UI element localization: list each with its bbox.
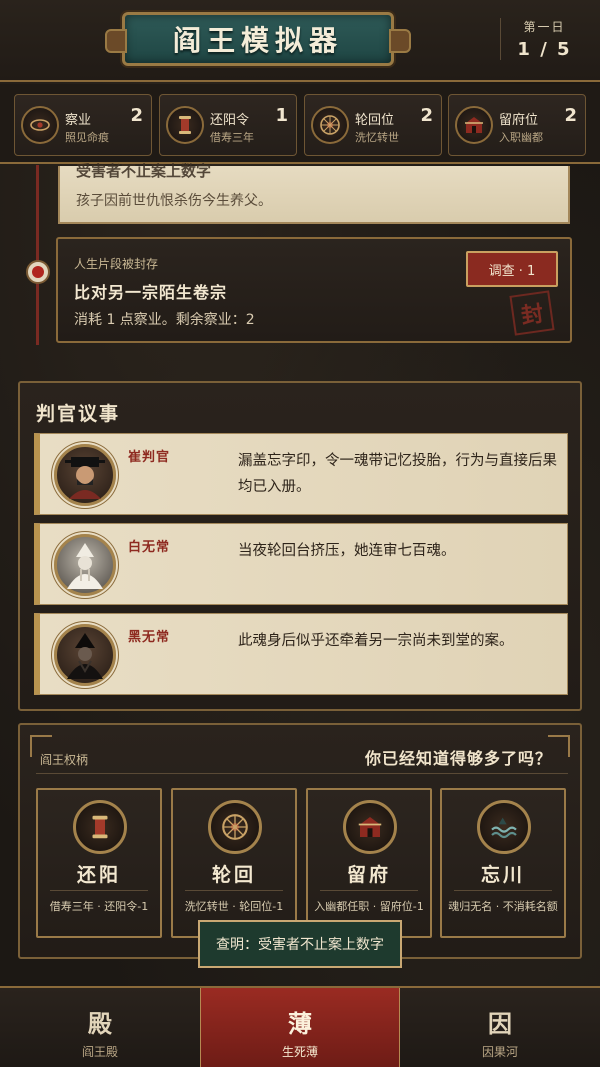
eye-icon [21, 106, 59, 144]
resource-bar: 察业 照见命痕 2 还阳令 借寿三年 1 轮回位 洗忆转世 2 留府位 入职幽都… [0, 84, 600, 164]
timeline-dot [26, 260, 50, 284]
judge-name: 白无常 [128, 540, 171, 555]
toast-notification: 查明：受害者不止案上数字 [198, 920, 402, 968]
judge-name: 黑无常 [128, 630, 171, 645]
timeline-entry-sealed: 人生片段被封存 比对另一宗陌生卷宗 消耗 1 点察业。剩余察业：2 调查 · 1… [56, 237, 572, 343]
judge-card-hei: 黑无常 此魂身后似乎还牵着另一宗尚未到堂的案。 [34, 613, 568, 695]
resource-name: 还阳令 [210, 113, 250, 128]
timeline-entry-previous[interactable]: 受害者不止案上数字 孩子因前世仇恨杀伤今生养父。 [58, 162, 570, 224]
nav-tab-yanwangdian[interactable]: 殿 阎王殿 [0, 988, 200, 1067]
scroll-icon [73, 800, 127, 854]
day-count: 1 / 5 [517, 39, 572, 60]
power-name: 轮回 [211, 864, 256, 886]
entry-kicker: 人生片段被封存 [74, 257, 159, 271]
app-title: 阎王模拟器 [172, 24, 343, 57]
day-label: 第一日 [523, 20, 566, 34]
nav-tab-shengsibu[interactable]: 薄 生死薄 [200, 988, 400, 1067]
resource-card-chaye[interactable]: 察业 照见命痕 2 [14, 94, 152, 156]
bottom-nav: 殿 阎王殿 薄 生死薄 因 因果河 [0, 986, 600, 1067]
resource-name: 留府位 [499, 113, 539, 128]
entry-title: 比对另一宗陌生卷宗 [74, 283, 228, 302]
entry-desc: 孩子因前世仇恨杀伤今生养父。 [76, 193, 272, 209]
divider [185, 890, 283, 891]
power-desc: 洗忆转世 · 轮回位-1 [184, 900, 284, 913]
resource-name: 轮回位 [355, 113, 395, 128]
nav-label: 生死薄 [281, 1045, 318, 1059]
river-icon [477, 800, 531, 854]
power-name: 留府 [346, 864, 391, 886]
wheel-icon [208, 800, 262, 854]
resource-count: 2 [130, 105, 143, 126]
judge-statement: 此魂身后似乎还牵着另一宗尚未到堂的案。 [238, 633, 514, 649]
power-card-wangchuan[interactable]: 忘川 魂归无名 · 不消耗名额 [440, 788, 566, 938]
judge-statement: 当夜轮回台挤压，她连审七百魂。 [238, 543, 456, 559]
power-desc: 魂归无名 · 不消耗名额 [448, 900, 558, 913]
day-indicator: 第一日 1 / 5 [500, 18, 580, 60]
nav-glyph: 因 [488, 1009, 512, 1038]
judge-statement: 漏盖忘字印，令一魂带记忆投胎，行为与直接后果均已入册。 [238, 453, 557, 495]
app-header: 阎王模拟器 第一日 1 / 5 [0, 0, 600, 82]
black-impermanence-icon [54, 624, 116, 686]
wheel-icon [311, 106, 349, 144]
resource-card-liufuwei[interactable]: 留府位 入职幽都 2 [448, 94, 586, 156]
power-desc: 入幽都任职 · 留府位-1 [314, 900, 424, 913]
power-desc: 借寿三年 · 还阳令-1 [49, 900, 149, 913]
judges-title: 判官议事 [36, 403, 121, 425]
nav-label: 因果河 [481, 1045, 518, 1059]
power-card-lunhui[interactable]: 轮回 洗忆转世 · 轮回位-1 [171, 788, 297, 938]
judge-cui-icon [54, 444, 116, 506]
scroll-icon [166, 106, 204, 144]
gate-icon [455, 106, 493, 144]
divider [320, 890, 418, 891]
nav-label: 阎王殿 [81, 1045, 118, 1059]
resource-sub: 洗忆转世 [355, 131, 399, 144]
entry-title: 受害者不止案上数字 [76, 162, 212, 180]
resource-sub: 照见命痕 [65, 131, 109, 144]
nav-glyph: 殿 [88, 1009, 112, 1038]
seal-stamp: 封 [509, 290, 555, 336]
white-impermanence-icon [54, 534, 116, 596]
investigate-button[interactable]: 调查 · 1 [466, 251, 558, 287]
resource-card-lunhuiwei[interactable]: 轮回位 洗忆转世 2 [304, 94, 442, 156]
resource-count: 2 [564, 105, 577, 126]
resource-sub: 入职幽都 [499, 131, 543, 144]
powers-label: 阎王权柄 [40, 753, 89, 767]
nav-glyph: 薄 [288, 1009, 312, 1038]
judge-name: 崔判官 [128, 450, 171, 465]
power-name: 还阳 [76, 864, 121, 886]
entry-desc: 消耗 1 点察业。剩余察业：2 [74, 312, 255, 328]
powers-question: 你已经知道得够多了吗？ [364, 749, 552, 768]
title-plaque: 阎王模拟器 [105, 12, 411, 66]
divider [50, 890, 148, 891]
timeline-line [36, 165, 39, 345]
judge-card-bai: 白无常 当夜轮回台挤压，她连审七百魂。 [34, 523, 568, 605]
power-card-huanyang[interactable]: 还阳 借寿三年 · 还阳令-1 [36, 788, 162, 938]
power-card-liufu[interactable]: 留府 入幽都任职 · 留府位-1 [306, 788, 432, 938]
resource-name: 察业 [65, 113, 92, 128]
resource-sub: 借寿三年 [210, 131, 254, 144]
resource-count: 2 [420, 105, 433, 126]
nav-tab-yinguohe[interactable]: 因 因果河 [400, 988, 600, 1067]
resource-card-huanyangling[interactable]: 还阳令 借寿三年 1 [159, 94, 297, 156]
gate-icon [343, 800, 397, 854]
divider [454, 890, 552, 891]
judge-card-cui: 崔判官 漏盖忘字印，令一魂带记忆投胎，行为与直接后果均已入册。 [34, 433, 568, 515]
power-name: 忘川 [480, 864, 525, 886]
resource-count: 1 [275, 105, 288, 126]
divider [36, 773, 568, 774]
judges-panel: 判官议事 崔判官 漏盖忘字印，令一魂带记忆投胎，行为与直接后果均已入册。 白无常… [18, 381, 582, 711]
